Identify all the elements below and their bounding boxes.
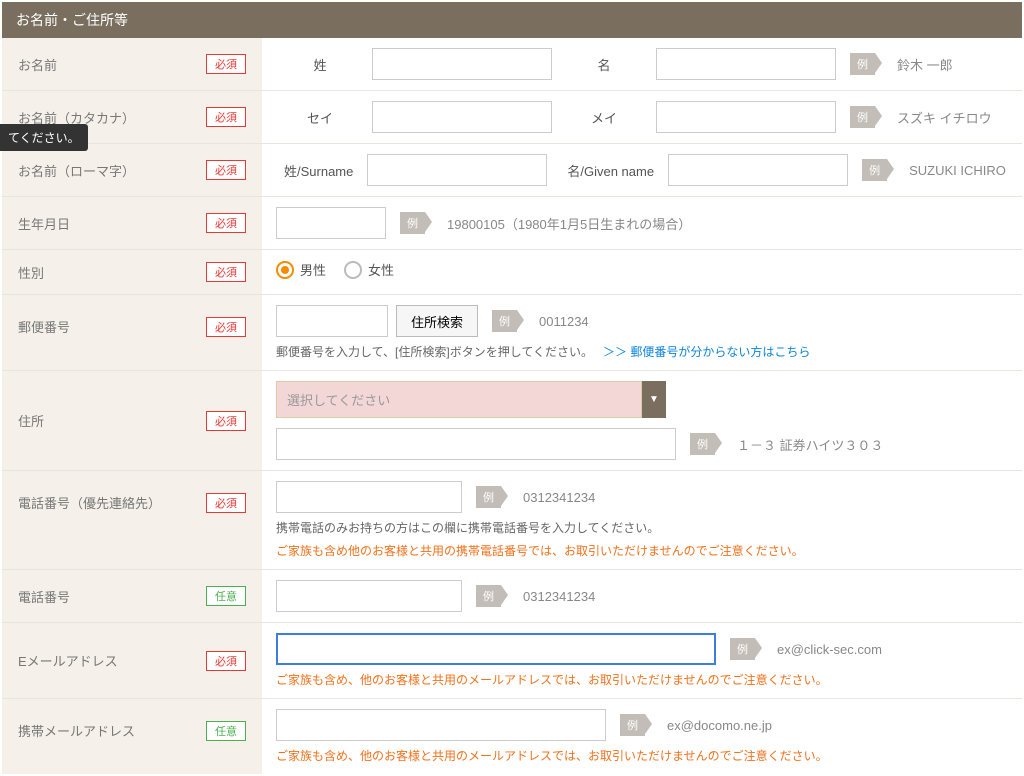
select-placeholder: 選択してください	[276, 381, 642, 418]
sublabel-kana-mei: メイ	[560, 108, 648, 127]
chevron-down-icon: ▼	[642, 381, 666, 418]
row-gender: 性別 必須 男性 女性	[2, 250, 1022, 295]
row-address: 住所 必須 選択してください ▼ 例 １－３ 証券ハイツ３０３	[2, 371, 1022, 471]
input-kana-mei[interactable]	[656, 101, 836, 133]
example-badge: 例	[476, 486, 501, 508]
badge-required: 必須	[206, 651, 246, 671]
zip-unknown-link[interactable]: ＞＞ 郵便番号が分からない方はこちら	[603, 345, 810, 359]
sublabel-surname: 姓/Surname	[276, 161, 359, 180]
badge-required: 必須	[206, 107, 246, 127]
input-name-mei[interactable]	[656, 48, 836, 80]
input-name-sei[interactable]	[372, 48, 552, 80]
row-kana: お名前（カタカナ） 必須 セイ メイ 例 スズキ イチロウ	[2, 91, 1022, 144]
sublabel-sei: 姓	[276, 55, 364, 74]
sublabel-mei: 名	[560, 55, 648, 74]
row-name: お名前 必須 姓 名 例 鈴木 一郎	[2, 38, 1022, 91]
badge-required: 必須	[206, 160, 246, 180]
label-zip: 郵便番号	[18, 317, 70, 336]
badge-required: 必須	[206, 213, 246, 233]
phone1-hint1: 携帯電話のみお持ちの方はこの欄に携帯電話番号を入力してください。	[276, 519, 1008, 536]
example-address: １－３ 証券ハイツ３０３	[737, 435, 883, 454]
badge-required: 必須	[206, 411, 246, 431]
button-address-search[interactable]: 住所検索	[396, 305, 478, 337]
memail-hint: ご家族も含め、他のお客様と共用のメールアドレスでは、お取引いただけませんのでご注…	[276, 747, 1008, 764]
input-kana-sei[interactable]	[372, 101, 552, 133]
radio-male-label: 男性	[300, 260, 326, 279]
phone1-hint2: ご家族も含め他のお客様と共用の携帯電話番号では、お取引いただけませんのでご注意く…	[276, 542, 1008, 559]
example-badge: 例	[730, 638, 755, 660]
zip-hint: 郵便番号を入力して、[住所検索]ボタンを押してください。	[276, 345, 593, 359]
label-phone-primary: 電話番号（優先連絡先）	[18, 493, 161, 512]
example-email: ex@click-sec.com	[777, 642, 882, 657]
badge-required: 必須	[206, 54, 246, 74]
input-address-detail[interactable]	[276, 428, 676, 460]
example-phone2: 0312341234	[523, 589, 595, 604]
label-phone-secondary: 電話番号	[18, 587, 70, 606]
label-email: Eメールアドレス	[18, 651, 118, 670]
badge-required: 必須	[206, 317, 246, 337]
example-badge: 例	[492, 310, 517, 332]
input-zip[interactable]	[276, 305, 388, 337]
badge-optional: 任意	[206, 721, 246, 741]
input-mobile-email[interactable]	[276, 709, 606, 741]
row-email: Eメールアドレス 必須 例 ex@click-sec.com ご家族も含め、他の…	[2, 623, 1022, 699]
radio-male[interactable]: 男性	[276, 260, 326, 279]
example-badge: 例	[850, 53, 875, 75]
label-dob: 生年月日	[18, 214, 70, 233]
example-badge: 例	[850, 106, 875, 128]
example-badge: 例	[690, 433, 715, 455]
input-email[interactable]	[276, 633, 716, 665]
example-badge: 例	[862, 159, 887, 181]
label-gender: 性別	[18, 263, 44, 282]
example-badge: 例	[476, 585, 501, 607]
badge-required: 必須	[206, 493, 246, 513]
radio-female[interactable]: 女性	[344, 260, 394, 279]
row-roman: お名前（ローマ字） 必須 姓/Surname 名/Given name 例 SU…	[2, 144, 1022, 197]
label-mobile-email: 携帯メールアドレス	[18, 721, 135, 740]
row-dob: 生年月日 必須 例 19800105（1980年1月5日生まれの場合）	[2, 197, 1022, 250]
input-roman-given[interactable]	[668, 154, 848, 186]
row-zip: 郵便番号 必須 住所検索 例 0011234 郵便番号を入力して、[住所検索]ボ…	[2, 295, 1022, 371]
section-title: お名前・ご住所等	[2, 2, 1022, 38]
radio-female-label: 女性	[368, 260, 394, 279]
sublabel-kana-sei: セイ	[276, 108, 364, 127]
label-roman: お名前（ローマ字）	[18, 161, 135, 180]
tooltip-fragment: てください。	[0, 124, 88, 151]
form-section: お名前・ご住所等 お名前 必須 姓 名 例 鈴木 一郎 お名前（カタカナ） 必須…	[2, 2, 1022, 774]
example-roman: SUZUKI ICHIRO	[909, 163, 1006, 178]
sublabel-givenname: 名/Given name	[555, 161, 660, 180]
example-zip: 0011234	[539, 314, 589, 329]
example-dob: 19800105（1980年1月5日生まれの場合）	[447, 214, 691, 233]
radio-dot-off-icon	[344, 261, 362, 279]
row-phone-primary: 電話番号（優先連絡先） 必須 例 0312341234 携帯電話のみお持ちの方は…	[2, 471, 1022, 570]
row-mobile-email: 携帯メールアドレス 任意 例 ex@docomo.ne.jp ご家族も含め、他の…	[2, 699, 1022, 774]
input-phone-primary[interactable]	[276, 481, 462, 513]
badge-required: 必須	[206, 262, 246, 282]
example-badge: 例	[620, 714, 645, 736]
example-badge: 例	[400, 212, 425, 234]
label-address: 住所	[18, 411, 44, 430]
label-name: お名前	[18, 55, 57, 74]
input-phone-secondary[interactable]	[276, 580, 462, 612]
radio-dot-on-icon	[276, 261, 294, 279]
input-roman-surname[interactable]	[367, 154, 547, 186]
email-hint: ご家族も含め、他のお客様と共用のメールアドレスでは、お取引いただけませんのでご注…	[276, 671, 1008, 688]
example-kana: スズキ イチロウ	[897, 108, 992, 127]
example-memail: ex@docomo.ne.jp	[667, 718, 772, 733]
example-name: 鈴木 一郎	[897, 55, 953, 74]
example-phone1: 0312341234	[523, 490, 595, 505]
select-prefecture[interactable]: 選択してください ▼	[276, 381, 666, 418]
input-dob[interactable]	[276, 207, 386, 239]
badge-optional: 任意	[206, 586, 246, 606]
row-phone-secondary: 電話番号 任意 例 0312341234	[2, 570, 1022, 623]
